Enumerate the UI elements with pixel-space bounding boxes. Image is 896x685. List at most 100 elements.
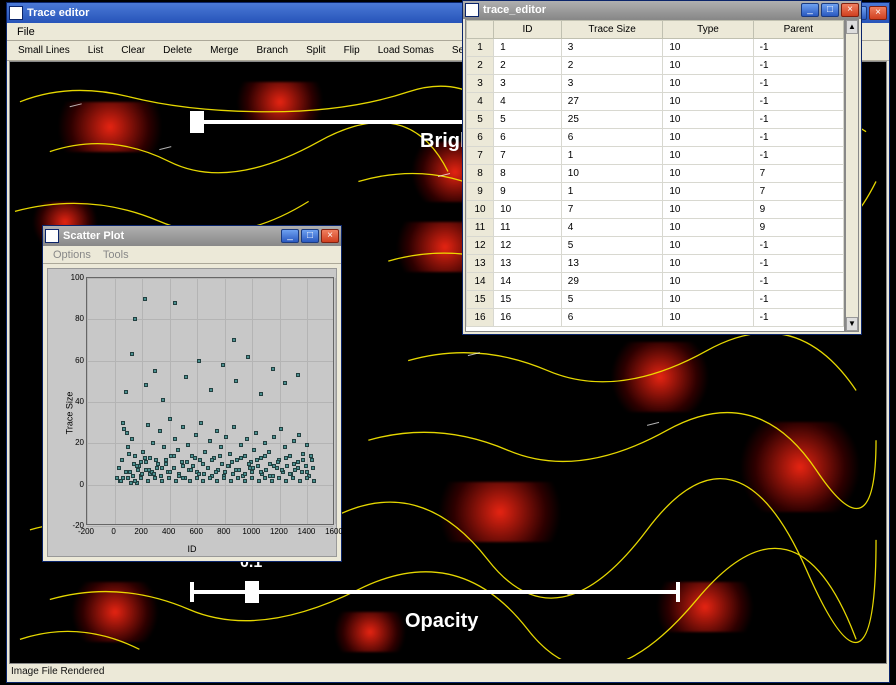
table-cell: 10 [663,147,753,165]
scroll-up-button[interactable]: ▲ [846,20,858,34]
trace-table[interactable]: IDTrace SizeTypeParent 11310-122210-1333… [466,20,844,327]
scatter-minimize-button[interactable]: _ [281,229,299,243]
scatter-menu-tools[interactable]: Tools [97,247,135,263]
table-cell: 10 [561,165,663,183]
scatter-point [215,429,219,433]
table-close-button[interactable]: × [841,3,859,17]
table-row[interactable]: 11310-1 [467,39,844,57]
table-row[interactable]: 66610-1 [467,129,844,147]
scatter-point [305,470,309,474]
scatter-point [305,443,309,447]
table-cell: 3 [494,75,562,93]
tool-clear[interactable]: Clear [114,42,152,59]
table-cell: 4 [561,219,663,237]
scatter-point [283,381,287,385]
scatter-point [167,476,171,480]
scatter-ytick: 40 [66,397,84,406]
table-row[interactable]: 1212510-1 [467,237,844,255]
table-header-0[interactable] [467,21,494,39]
scatter-point [147,468,151,472]
table-cell: 16 [467,309,494,327]
scatter-point [309,454,313,458]
table-row[interactable]: 13131310-1 [467,255,844,273]
scatter-xtick: 1600 [325,527,343,536]
scatter-point [125,431,129,435]
table-scrollbar[interactable]: ▲ ▼ [845,19,859,332]
table-cell: -1 [753,273,843,291]
scatter-point [120,458,124,462]
table-cell: 10 [663,57,753,75]
scatter-close-button[interactable]: × [321,229,339,243]
table-row[interactable]: 33310-1 [467,75,844,93]
table-minimize-button[interactable]: _ [801,3,819,17]
scatter-titlebar[interactable]: Scatter Plot _ □ × [43,226,341,246]
scatter-point [283,445,287,449]
scatter-point [284,479,288,483]
table-titlebar[interactable]: trace_editor _ □ × [463,1,861,19]
scroll-down-button[interactable]: ▼ [846,317,858,331]
table-header-3[interactable]: Type [663,21,753,39]
scatter-point [124,390,128,394]
scatter-point [206,466,210,470]
scatter-ytick: 60 [66,356,84,365]
scatter-point [264,468,268,472]
tool-list[interactable]: List [81,42,111,59]
table-row[interactable]: 552510-1 [467,111,844,129]
table-cell: 11 [494,219,562,237]
scatter-menu-options[interactable]: Options [47,247,97,263]
brightness-slider-thumb[interactable] [190,111,204,133]
scatter-point [310,458,314,462]
close-button[interactable]: × [869,6,887,20]
scatter-point [250,476,254,480]
tool-merge[interactable]: Merge [203,42,245,59]
table-cell: 6 [494,129,562,147]
table-row[interactable]: 10107109 [467,201,844,219]
table-cell: -1 [753,291,843,309]
scatter-point [185,460,189,464]
table-row[interactable]: 1616610-1 [467,309,844,327]
tool-load-somas[interactable]: Load Somas [371,42,441,59]
table-row[interactable]: 22210-1 [467,57,844,75]
table-cell: 6 [561,129,663,147]
scatter-maximize-button[interactable]: □ [301,229,319,243]
scatter-point [173,437,177,441]
table-cell: 9 [494,183,562,201]
tool-delete[interactable]: Delete [156,42,199,59]
tool-branch[interactable]: Branch [249,42,295,59]
table-cell: 6 [467,129,494,147]
scatter-plot-window: Scatter Plot _ □ × Options Tools Trace S… [42,225,342,562]
opacity-slider-track[interactable] [190,590,680,594]
scatter-xtick: -200 [78,527,94,536]
table-row[interactable]: 11114109 [467,219,844,237]
table-row[interactable]: 1515510-1 [467,291,844,309]
table-cell: 10 [663,129,753,147]
scatter-point [288,454,292,458]
table-row[interactable]: 14142910-1 [467,273,844,291]
table-header-1[interactable]: ID [494,21,562,39]
scatter-plot-area[interactable]: Trace Size ID -20020406080100-2000200400… [47,268,337,557]
table-row[interactable]: 77110-1 [467,147,844,165]
table-row[interactable]: 442710-1 [467,93,844,111]
table-header-4[interactable]: Parent [753,21,843,39]
table-cell: 4 [494,93,562,111]
table-row[interactable]: 991107 [467,183,844,201]
table-row[interactable]: 8810107 [467,165,844,183]
scatter-point [252,448,256,452]
table-maximize-button[interactable]: □ [821,3,839,17]
scatter-point [232,425,236,429]
scatter-point [228,452,232,456]
scatter-xtick: 200 [134,527,147,536]
tool-flip[interactable]: Flip [337,42,367,59]
menu-file[interactable]: File [11,24,41,40]
brightness-slider-track[interactable] [190,120,470,124]
opacity-slider-thumb[interactable] [245,581,259,603]
tool-small-lines[interactable]: Small Lines [11,42,77,59]
scatter-point [311,466,315,470]
scatter-point [184,375,188,379]
scatter-point [208,439,212,443]
scatter-point [141,450,145,454]
tool-split[interactable]: Split [299,42,332,59]
table-header-2[interactable]: Trace Size [561,21,663,39]
table-cell: 14 [494,273,562,291]
scatter-point [186,443,190,447]
